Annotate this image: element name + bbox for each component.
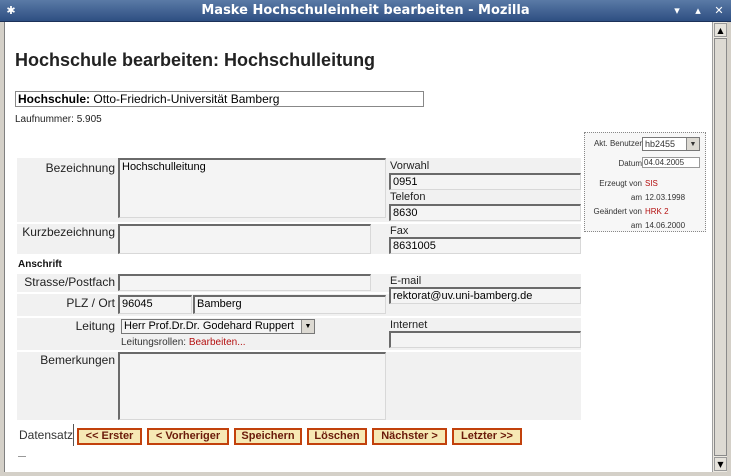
kurzbezeichnung-field[interactable] — [118, 224, 371, 254]
internet-label: Internet — [390, 319, 428, 331]
window-title: Maske Hochschuleinheit bearbeiten - Mozi… — [201, 3, 530, 18]
akt-benutzer-select[interactable]: hb2455 ▼ — [642, 137, 700, 151]
datum-value: 04.04.2005 — [642, 157, 700, 168]
leitung-select[interactable]: Herr Prof.Dr.Dr. Godehard Ruppert ▼ — [121, 319, 315, 334]
vorheriger-button[interactable]: < Vorheriger — [147, 428, 229, 445]
anschrift-heading: Anschrift — [18, 259, 62, 270]
geaendert-von-value: HRK 2 — [645, 207, 669, 216]
internet-field[interactable] — [389, 331, 581, 348]
fax-field[interactable]: 8631005 — [389, 237, 581, 254]
chevron-down-icon: ▼ — [301, 320, 314, 333]
strasse-field[interactable] — [118, 274, 371, 291]
maximize-icon[interactable]: ▴ — [690, 3, 706, 19]
ort-field[interactable]: Bamberg — [193, 295, 386, 314]
datum-label: Datum — [618, 159, 642, 168]
page-title: Hochschule bearbeiten: Hochschulleitung — [15, 50, 376, 70]
scroll-up-icon[interactable]: ▲ — [714, 23, 727, 37]
akt-benutzer-value: hb2455 — [645, 139, 676, 149]
close-icon[interactable]: ✕ — [711, 3, 727, 19]
scrollbar-thumb[interactable] — [714, 38, 727, 456]
datensatz-label: Datensatz — [19, 428, 74, 442]
letzter-button[interactable]: Letzter >> — [452, 428, 522, 445]
divider — [73, 424, 74, 446]
hochschule-value: Otto-Friedrich-Universität Bamberg — [93, 92, 280, 106]
laufnummer: Laufnummer: 5.905 — [15, 114, 102, 125]
telefon-label: Telefon — [390, 191, 426, 203]
plz-ort-label: PLZ / Ort — [66, 296, 115, 310]
leitungsrollen-link[interactable]: Bearbeiten... — [189, 337, 246, 348]
vertical-scrollbar[interactable]: ▲ ▼ — [712, 22, 727, 472]
geaendert-von-label: Geändert von — [593, 207, 642, 216]
vorwahl-label: Vorwahl — [390, 160, 430, 172]
email-field[interactable]: rektorat@uv.uni-bamberg.de — [389, 287, 581, 304]
erster-button[interactable]: << Erster — [77, 428, 142, 445]
info-panel: Akt. Benutzer hb2455 ▼ Datum 04.04.2005 … — [584, 132, 706, 232]
erzeugt-von-label: Erzeugt von — [599, 179, 642, 188]
hochschule-label: Hochschule: — [18, 92, 91, 106]
leitungsrollen-label: Leitungsrollen: — [121, 337, 187, 348]
vorwahl-field[interactable]: 0951 — [389, 173, 581, 190]
leitung-label: Leitung — [75, 319, 115, 333]
erzeugt-am-value: 12.03.1998 — [645, 193, 686, 202]
hochschule-box: Hochschule: Otto-Friedrich-Universität B… — [15, 91, 424, 107]
naechster-button[interactable]: Nächster > — [372, 428, 447, 445]
bemerkungen-label: Bemerkungen — [40, 353, 115, 367]
fax-label: Fax — [390, 225, 409, 237]
geaendert-am-value: 14.06.2000 — [645, 221, 686, 230]
strasse-label: Strasse/Postfach — [24, 275, 115, 289]
email-label: E-mail — [390, 275, 422, 287]
telefon-field[interactable]: 8630 — [389, 204, 581, 221]
separator-mark — [18, 456, 26, 457]
erzeugt-von-value: SIS — [645, 179, 658, 188]
window-titlebar: ✱ Maske Hochschuleinheit bearbeiten - Mo… — [0, 0, 731, 22]
bemerkungen-field[interactable] — [118, 352, 386, 420]
akt-benutzer-label: Akt. Benutzer — [593, 139, 642, 148]
chevron-down-icon: ▼ — [686, 138, 699, 150]
page-content: Hochschule bearbeiten: Hochschulleitung … — [4, 22, 712, 472]
minimize-icon[interactable]: ▾ — [669, 3, 685, 19]
leitung-value: Herr Prof.Dr.Dr. Godehard Ruppert — [124, 320, 294, 332]
geaendert-am-label: am — [630, 221, 642, 230]
loeschen-button[interactable]: Löschen — [307, 428, 367, 445]
bezeichnung-field[interactable]: Hochschulleitung — [118, 158, 386, 218]
erzeugt-am-label: am — [630, 193, 642, 202]
leitungsrollen-row: Leitungsrollen: Bearbeiten... — [121, 337, 246, 348]
bezeichnung-label: Bezeichnung — [45, 161, 115, 175]
scroll-down-icon[interactable]: ▼ — [714, 457, 727, 471]
speichern-button[interactable]: Speichern — [234, 428, 302, 445]
kurzbezeichnung-label: Kurzbezeichnung — [22, 225, 115, 239]
plz-field[interactable]: 96045 — [118, 295, 192, 314]
